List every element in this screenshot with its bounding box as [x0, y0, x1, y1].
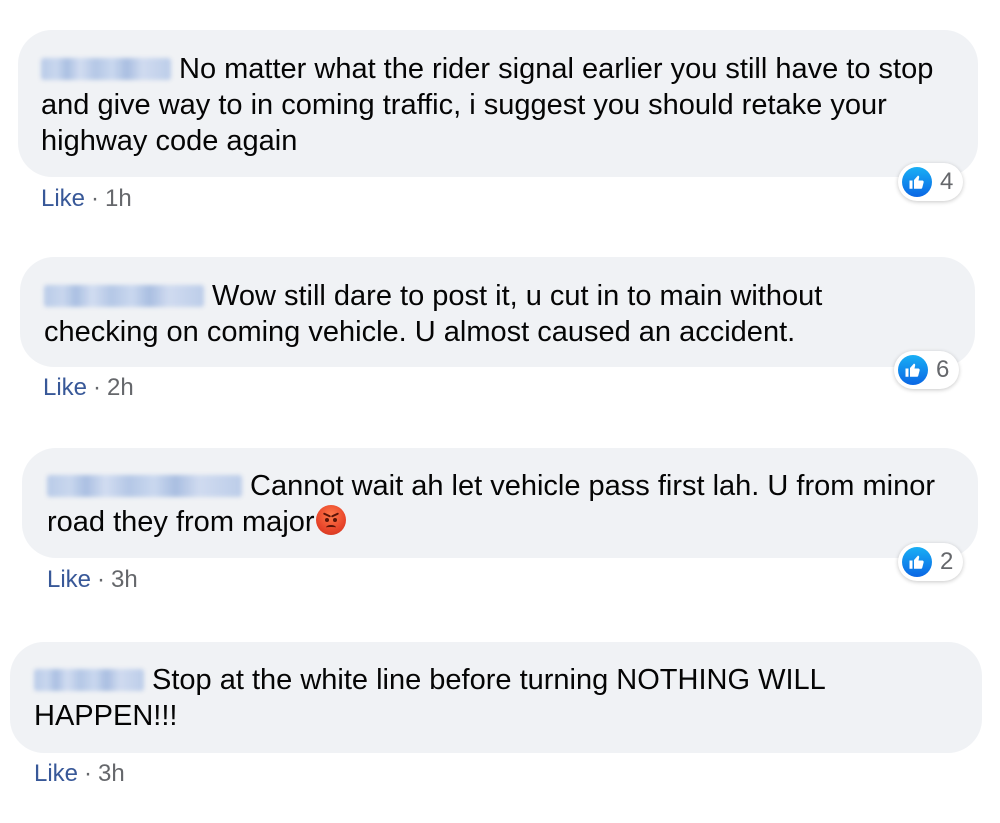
comment-text: Stop at the white line before turning NO… [34, 664, 825, 732]
separator-dot: · [93, 374, 102, 401]
comment-meta: Like · 3h [34, 760, 125, 788]
comment-text: No matter what the rider signal earlier … [41, 53, 934, 157]
reaction-count: 2 [940, 548, 954, 575]
comment-bubble: Stop at the white line before turning NO… [10, 642, 982, 753]
like-link[interactable]: Like [43, 374, 87, 401]
like-link[interactable]: Like [41, 185, 85, 212]
angry-face-icon [315, 505, 346, 535]
separator-dot: · [84, 760, 93, 787]
separator-dot: · [97, 566, 106, 593]
comment-bubble: Cannot wait ah let vehicle pass first la… [22, 448, 978, 558]
comment-bubble: No matter what the rider signal earlier … [18, 30, 978, 177]
redacted-author-name[interactable] [47, 475, 242, 497]
reaction-count-pill[interactable]: 4 [898, 163, 964, 201]
comment-timestamp[interactable]: 3h [98, 760, 125, 787]
thumbs-up-icon [902, 547, 932, 577]
thumbs-up-icon [898, 355, 928, 385]
redacted-author-name[interactable] [41, 58, 171, 80]
comment-timestamp[interactable]: 3h [111, 566, 138, 593]
separator-dot: · [91, 185, 100, 212]
reaction-count: 6 [936, 356, 950, 383]
comment-meta: Like · 3h [47, 566, 138, 594]
reaction-count-pill[interactable]: 6 [894, 351, 960, 389]
comment-meta: Like · 1h [41, 185, 132, 213]
redacted-author-name[interactable] [34, 669, 144, 691]
redacted-author-name[interactable] [44, 285, 204, 307]
thumbs-up-icon [902, 167, 932, 197]
comment-timestamp[interactable]: 1h [105, 185, 132, 212]
comment-timestamp[interactable]: 2h [107, 374, 134, 401]
comment-meta: Like · 2h [43, 374, 134, 402]
like-link[interactable]: Like [34, 760, 78, 787]
like-link[interactable]: Like [47, 566, 91, 593]
reaction-count-pill[interactable]: 2 [898, 543, 964, 581]
comment-bubble: Wow still dare to post it, u cut in to m… [20, 257, 975, 367]
reaction-count: 4 [940, 168, 954, 195]
